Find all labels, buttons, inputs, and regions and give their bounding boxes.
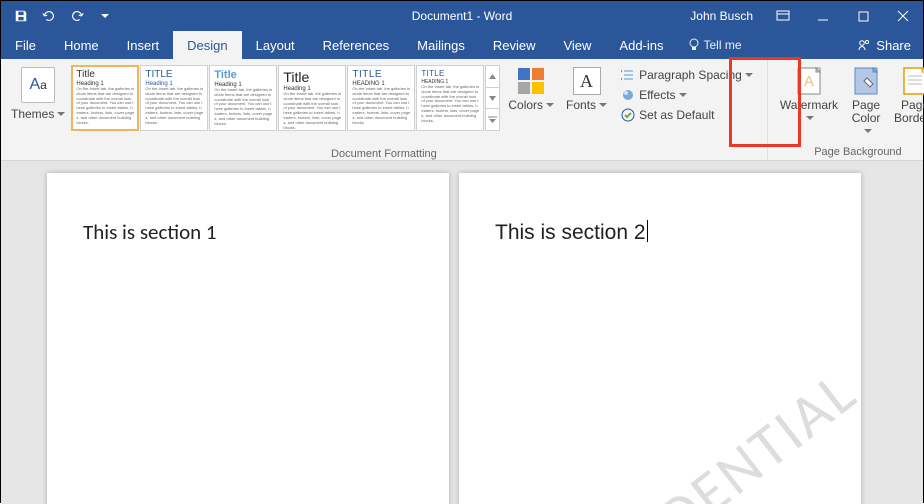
- checkmark-icon: [621, 108, 635, 122]
- style-gallery: Title Heading 1 On the Insert tab, the g…: [69, 63, 502, 133]
- tab-view[interactable]: View: [549, 31, 605, 59]
- tab-home[interactable]: Home: [50, 31, 113, 59]
- themes-label: Themes: [11, 107, 65, 121]
- close-icon: [897, 10, 909, 22]
- paragraph-spacing-button[interactable]: Paragraph Spacing: [617, 65, 757, 85]
- page-color-label: Page Color: [850, 99, 882, 139]
- minimize-button[interactable]: [803, 1, 843, 31]
- fonts-button[interactable]: A Fonts: [560, 63, 613, 114]
- page-borders-button[interactable]: Page Borders: [888, 63, 924, 127]
- tab-insert[interactable]: Insert: [113, 31, 174, 59]
- minimize-icon: [817, 10, 829, 22]
- watermark-icon: A: [793, 65, 825, 97]
- paragraph-spacing-icon: [621, 68, 635, 82]
- ribbon: Aa Themes Title Heading 1 On the Insert …: [1, 59, 923, 161]
- close-button[interactable]: [883, 1, 923, 31]
- watermark-label: Watermark: [780, 99, 838, 125]
- watermark-text: CONFIDENTIAL: [513, 355, 861, 504]
- user-name[interactable]: John Busch: [680, 9, 763, 23]
- themes-button[interactable]: Aa Themes: [7, 63, 69, 125]
- style-thumb[interactable]: TITLE HEADING 1 On the Insert tab, the g…: [347, 65, 415, 131]
- share-button[interactable]: Share: [845, 31, 923, 59]
- page-color-icon: [850, 65, 882, 97]
- section-1-text: This is section 1: [83, 219, 413, 245]
- style-thumb[interactable]: Title Heading 1 On the Insert tab, the g…: [71, 65, 139, 131]
- share-label: Share: [876, 38, 911, 53]
- effects-label: Effects: [639, 88, 686, 102]
- document-title: Document1 - Word: [412, 9, 512, 23]
- page-section-1[interactable]: This is section 1: [47, 173, 449, 504]
- style-thumb[interactable]: Title Heading 1 On the Insert tab, the g…: [209, 65, 277, 131]
- maximize-icon: [858, 11, 869, 22]
- gallery-expand[interactable]: [486, 109, 499, 130]
- redo-button[interactable]: [63, 2, 91, 30]
- colors-label: Colors: [508, 99, 554, 112]
- tab-layout[interactable]: Layout: [242, 31, 309, 59]
- effects-icon: [621, 88, 635, 102]
- save-icon: [14, 9, 28, 23]
- colors-icon: [515, 65, 547, 97]
- tell-me-label: Tell me: [704, 38, 742, 52]
- group-label-pagebg: Page Background: [774, 144, 924, 158]
- fonts-label: Fonts: [566, 99, 607, 112]
- tab-addins[interactable]: Add-ins: [605, 31, 677, 59]
- watermark-button[interactable]: A Watermark: [774, 63, 844, 127]
- tab-file[interactable]: File: [1, 31, 50, 59]
- colors-button[interactable]: Colors: [502, 63, 560, 114]
- ribbon-tabs: File Home Insert Design Layout Reference…: [1, 31, 923, 59]
- paragraph-spacing-label: Paragraph Spacing: [639, 68, 753, 82]
- set-default-label: Set as Default: [639, 108, 714, 122]
- section-2-text: This is section 2: [495, 219, 825, 245]
- tab-references[interactable]: References: [309, 31, 403, 59]
- quick-access-toolbar: [1, 2, 119, 30]
- page-borders-icon: [899, 65, 924, 97]
- gallery-scroll-up[interactable]: [486, 66, 499, 88]
- ribbon-display-button[interactable]: [763, 1, 803, 31]
- page-section-2[interactable]: This is section 2 CONFIDENTIAL: [459, 173, 861, 504]
- titlebar: Document1 - Word John Busch: [1, 1, 923, 31]
- document-area[interactable]: This is section 1 This is section 2 CONF…: [1, 161, 923, 504]
- ribbon-display-icon: [776, 10, 790, 22]
- gallery-scroll-down[interactable]: [486, 88, 499, 110]
- svg-text:A: A: [804, 73, 814, 90]
- chevron-down-icon: [101, 12, 109, 20]
- lightbulb-icon: [688, 38, 700, 52]
- tell-me-button[interactable]: Tell me: [678, 31, 752, 59]
- tab-mailings[interactable]: Mailings: [403, 31, 479, 59]
- share-icon: [857, 38, 871, 52]
- group-label-docfmt: Document Formatting: [7, 146, 761, 160]
- docfmt-options: Paragraph Spacing Effects Set as Default: [613, 63, 761, 127]
- tab-review[interactable]: Review: [479, 31, 550, 59]
- redo-icon: [70, 9, 84, 23]
- maximize-button[interactable]: [843, 1, 883, 31]
- page-borders-label: Page Borders: [894, 99, 924, 125]
- set-default-button[interactable]: Set as Default: [617, 105, 757, 125]
- qat-customize-button[interactable]: [91, 2, 119, 30]
- gallery-scrollbar: [485, 65, 500, 131]
- effects-button[interactable]: Effects: [617, 85, 757, 105]
- page-color-button[interactable]: Page Color: [844, 63, 888, 141]
- save-button[interactable]: [7, 2, 35, 30]
- style-thumb[interactable]: TITLE Heading 1 On the Insert tab, the g…: [140, 65, 208, 131]
- text-cursor: [647, 220, 648, 242]
- fonts-icon: A: [571, 65, 603, 97]
- style-thumb[interactable]: TITLE HEADING 1 On the Insert tab, the g…: [416, 65, 484, 131]
- tab-design[interactable]: Design: [173, 31, 241, 59]
- undo-button[interactable]: [35, 2, 63, 30]
- themes-icon: Aa: [21, 67, 55, 103]
- style-thumb[interactable]: Title Heading 1 On the Insert tab, the g…: [278, 65, 346, 131]
- undo-icon: [42, 9, 56, 23]
